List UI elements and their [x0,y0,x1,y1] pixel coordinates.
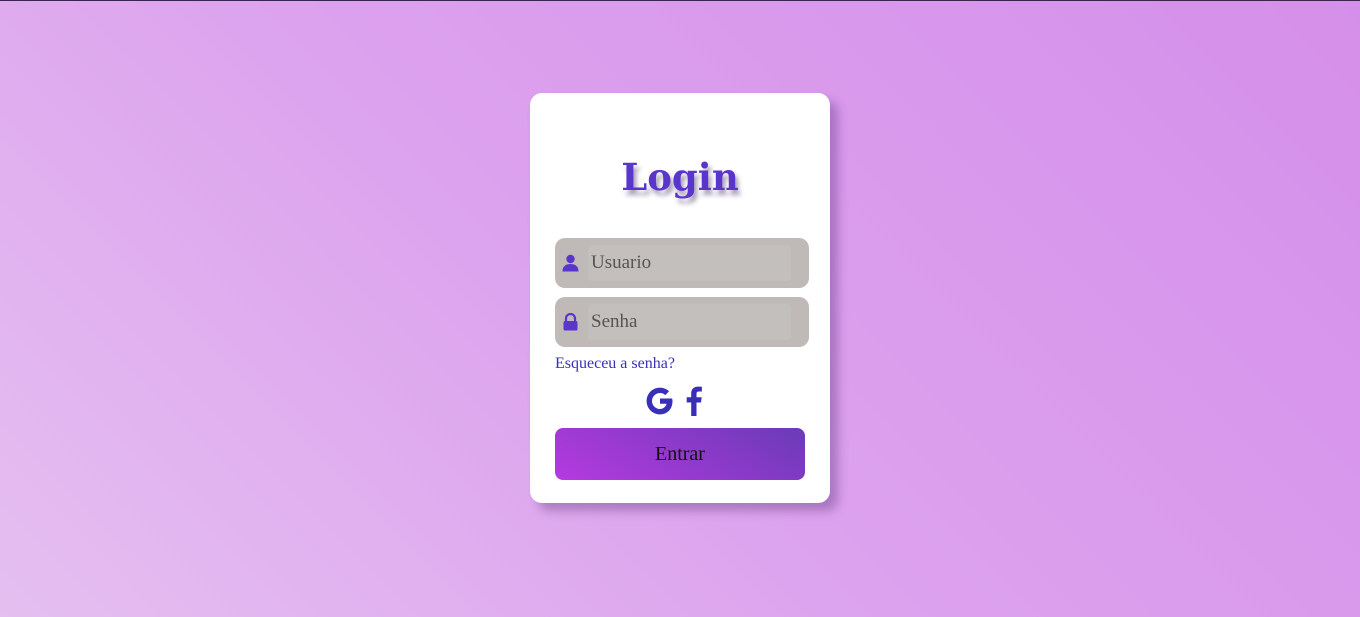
login-card: Login Esqueceu a senha? [530,93,830,503]
username-input[interactable] [588,245,791,281]
top-border [0,0,1360,1]
password-field-wrapper [555,297,809,347]
forgot-password-link[interactable]: Esqueceu a senha? [555,355,675,373]
google-icon[interactable] [643,384,677,418]
username-field-wrapper [555,238,809,288]
facebook-icon[interactable] [683,384,705,418]
password-input[interactable] [588,304,791,340]
social-login [643,384,705,418]
user-icon [562,254,579,272]
submit-button[interactable]: Entrar [555,428,805,480]
lock-icon [562,312,579,331]
page-title: Login [621,155,739,199]
